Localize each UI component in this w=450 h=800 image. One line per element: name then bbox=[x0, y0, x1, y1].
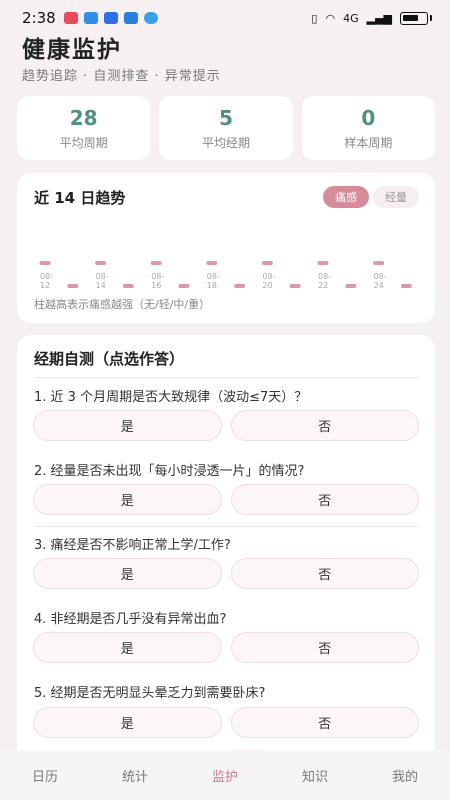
trend-tick-label: 14 bbox=[96, 281, 106, 290]
app-notification-icon bbox=[123, 12, 138, 24]
answer-no-button[interactable]: 否 bbox=[230, 632, 419, 663]
stats-row: 28 平均周期 5 平均经期 0 样本周期 bbox=[17, 96, 435, 160]
answer-row-4: 是 否 bbox=[33, 632, 419, 663]
trend-tick-label: 24 bbox=[374, 281, 384, 290]
answer-no-button[interactable]: 否 bbox=[230, 707, 419, 738]
trend-card: 近 14 日趋势 痛感 经量 08- 12 08- 14 08- 16 08- 18 08- 20… bbox=[17, 173, 435, 323]
trend-bar bbox=[261, 261, 273, 265]
question-3: 3. 痛经是否不影响正常上学/工作? bbox=[34, 538, 231, 553]
trend-tick-label: 12 bbox=[40, 281, 50, 290]
trend-tick-label: 08- bbox=[207, 272, 220, 281]
answer-row-2: 是 否 bbox=[33, 484, 419, 515]
nav-item-knowledge[interactable]: 知识 bbox=[270, 750, 360, 800]
trend-bar bbox=[178, 284, 190, 288]
nav-item-calendar[interactable]: 日历 bbox=[0, 750, 90, 800]
stat-card-avg-period: 5 平均经期 bbox=[159, 96, 293, 160]
app-notification-icon bbox=[143, 12, 158, 24]
trend-bar bbox=[206, 261, 218, 265]
trend-bar bbox=[345, 284, 357, 288]
trend-bar bbox=[400, 284, 412, 288]
app-notification-icon bbox=[63, 12, 78, 24]
trend-tick-label: 16 bbox=[151, 281, 161, 290]
nav-item-stats[interactable]: 统计 bbox=[90, 750, 180, 800]
app-notification-icon bbox=[103, 12, 118, 24]
stat-card-avg-cycle: 28 平均周期 bbox=[17, 96, 151, 160]
stat-value: 5 bbox=[219, 105, 233, 130]
answer-yes-button[interactable]: 是 bbox=[33, 707, 222, 738]
answer-no-button[interactable]: 否 bbox=[230, 558, 419, 589]
answer-yes-button[interactable]: 是 bbox=[33, 632, 222, 663]
answer-row-1: 是 否 bbox=[33, 410, 419, 441]
nav-item-monitor[interactable]: 监护 bbox=[180, 750, 270, 800]
trend-bar bbox=[317, 261, 329, 265]
trend-bar bbox=[373, 261, 385, 265]
divider bbox=[34, 526, 418, 527]
stat-value: 0 bbox=[361, 105, 376, 130]
page-subtitle: 趋势追踪 · 自测排查 · 异常提示 bbox=[22, 69, 221, 84]
notification-icons bbox=[63, 12, 158, 24]
question-5: 5. 经期是否无明显头晕乏力到需要卧床? bbox=[34, 686, 266, 701]
telegram-icon bbox=[83, 12, 98, 24]
bottom-nav: 日历 统计 监护 知识 我的 bbox=[0, 750, 450, 800]
trend-bar bbox=[150, 261, 162, 265]
stat-label: 平均周期 bbox=[59, 135, 108, 150]
answer-no-button[interactable]: 否 bbox=[230, 484, 419, 515]
answer-yes-button[interactable]: 是 bbox=[33, 410, 222, 441]
question-1: 1. 近 3 个月周期是否大致规律（波动≤7天）？ bbox=[34, 390, 308, 405]
page-title: 健康监护 bbox=[22, 37, 122, 63]
stat-card-sample-cycles: 0 样本周期 bbox=[301, 96, 435, 160]
trend-bar bbox=[122, 284, 134, 288]
trend-caption: 柱越高表示痛感越强（无/轻/中/重） bbox=[34, 298, 211, 311]
answer-no-button[interactable]: 否 bbox=[230, 410, 419, 441]
wifi-icon: ◠ bbox=[325, 11, 336, 25]
signal-label: 4G bbox=[343, 11, 359, 25]
question-2: 2. 经量是否未出现「每小时浸透一片」的情况? bbox=[34, 464, 305, 479]
trend-bar bbox=[234, 284, 246, 288]
trend-bar bbox=[95, 261, 107, 265]
battery-icon bbox=[400, 11, 428, 25]
quiz-card: 经期自测（点选作答） 1. 近 3 个月周期是否大致规律（波动≤7天）？ 是 否… bbox=[17, 335, 435, 755]
answer-yes-button[interactable]: 是 bbox=[33, 484, 222, 515]
trend-bar bbox=[289, 284, 301, 288]
vibrate-icon: ▯ bbox=[311, 11, 318, 25]
trend-tick-label: 22 bbox=[318, 281, 328, 290]
trend-tick-label: 20 bbox=[262, 281, 272, 290]
stat-label: 样本周期 bbox=[344, 135, 393, 150]
trend-tick-label: 08- bbox=[374, 272, 387, 281]
quiz-title: 经期自测（点选作答） bbox=[34, 350, 185, 368]
divider bbox=[34, 377, 418, 378]
trend-tick-label: 08- bbox=[40, 272, 53, 281]
trend-bar bbox=[39, 261, 51, 265]
trend-tick-label: 18 bbox=[207, 281, 217, 290]
answer-row-5: 是 否 bbox=[33, 707, 419, 738]
trend-tick-label: 08- bbox=[318, 272, 331, 281]
stat-label: 平均经期 bbox=[201, 135, 250, 150]
signal-icon: ▂▄▆ bbox=[366, 11, 392, 25]
trend-tick-label: 08- bbox=[96, 272, 109, 281]
trend-tick-label: 08- bbox=[151, 272, 164, 281]
nav-item-profile[interactable]: 我的 bbox=[360, 750, 450, 800]
trend-bar bbox=[67, 284, 79, 288]
question-4: 4. 非经期是否几乎没有异常出血? bbox=[34, 612, 227, 627]
answer-row-3: 是 否 bbox=[33, 558, 419, 589]
status-time: 2:38 bbox=[22, 9, 56, 27]
trend-tick-label: 08- bbox=[262, 272, 275, 281]
answer-yes-button[interactable]: 是 bbox=[33, 558, 222, 589]
trend-chart: 08-1208-1408-1608-1808-2008-2208-24 bbox=[39, 261, 412, 290]
stat-value: 28 bbox=[69, 105, 98, 130]
